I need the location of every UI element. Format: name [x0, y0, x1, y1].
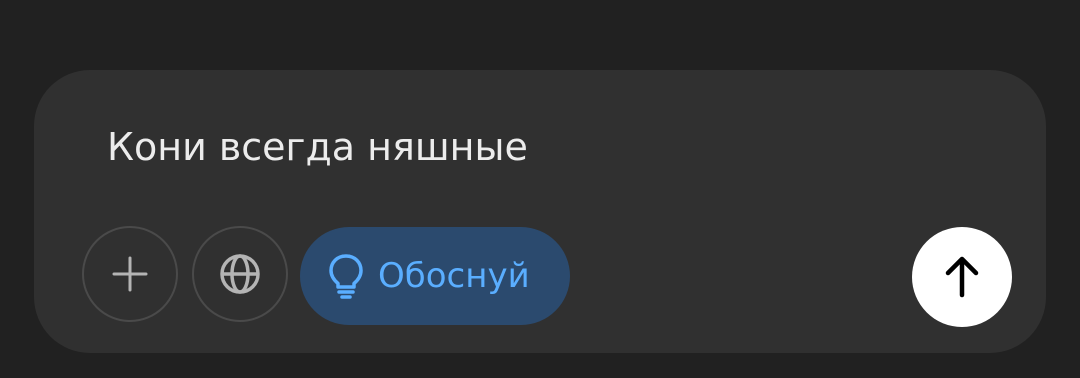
add-attachment-button[interactable]: [82, 226, 178, 322]
web-search-button[interactable]: [192, 226, 288, 322]
plus-icon: [110, 254, 150, 294]
reason-toggle-chip[interactable]: Обоснуй: [300, 227, 570, 325]
arrow-up-icon: [942, 255, 982, 299]
message-composer: Кони всегда няшные Обоснуй: [34, 70, 1046, 353]
message-input[interactable]: Кони всегда няшные: [107, 122, 528, 172]
reason-chip-label: Обоснуй: [378, 256, 530, 296]
lightbulb-icon: [328, 253, 364, 299]
globe-icon: [218, 252, 262, 296]
send-button[interactable]: [912, 227, 1012, 327]
